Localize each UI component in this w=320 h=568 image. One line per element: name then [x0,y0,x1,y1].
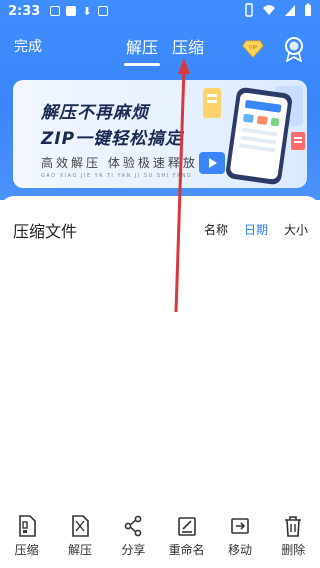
extract-button[interactable]: 解压 [53,515,106,568]
medal-icon[interactable] [284,36,304,62]
status-time: 2:33 [8,3,41,19]
title-bar: 完成 解压 压缩 VIP [0,34,320,66]
promo-banner[interactable]: 解压不再麻烦 ZIP一键轻松搞定 高效解压 体验极速释放 GAO XIAO JI… [13,80,307,188]
status-right-icons [244,3,312,17]
compress-file-icon [18,515,36,537]
wifi-icon [263,5,275,15]
trash-icon [285,516,302,537]
phone-illustration-icon [199,86,305,185]
banner-subtitle: 高效解压 体验极速释放 [41,156,198,170]
status-bar: 2:33 ⬇ [0,0,320,22]
move-icon [231,518,249,534]
done-button[interactable]: 完成 [14,36,42,56]
rename-label: 重命名 [168,543,205,557]
banner-title-line1: 解压不再麻烦 [41,103,149,123]
compress-button[interactable]: 压缩 [0,515,53,568]
vip-diamond-icon[interactable]: VIP [242,40,264,58]
delete-label: 删除 [281,543,306,557]
sort-by-size[interactable]: 大小 [284,221,308,238]
sort-options: 名称 日期 大小 [204,221,308,238]
sort-by-date[interactable]: 日期 [244,221,268,238]
banner-title-line2: ZIP一键轻松搞定 [41,129,184,149]
share-icon [124,515,142,537]
tab-compress[interactable]: 压缩 [168,34,208,64]
vibrate-icon [245,3,253,17]
download-icon: ⬇ [82,4,92,18]
share-label: 分享 [121,543,146,557]
delete-button[interactable]: 删除 [267,515,320,568]
notification-icon [66,6,77,16]
svg-text:VIP: VIP [249,45,257,51]
extract-label: 解压 [67,543,92,557]
image-icon [50,6,61,16]
rename-icon [177,517,196,536]
banner-pinyin: GAO XIAO JIE YA TI YAN JI SU SHI FANG [41,173,193,179]
move-button[interactable]: 移动 [213,515,266,568]
sort-by-name[interactable]: 名称 [204,221,228,238]
tab-bar: 解压 压缩 [122,34,208,66]
rename-button[interactable]: 重命名 [160,515,213,568]
text-icon [97,6,108,16]
status-left-icons: ⬇ [50,4,108,18]
move-label: 移动 [227,543,252,557]
share-button[interactable]: 分享 [107,515,160,568]
tab-extract[interactable]: 解压 [122,34,162,66]
signal-icon [285,5,295,16]
compress-label: 压缩 [14,543,39,557]
section-title: 压缩文件 [13,222,78,241]
battery-icon [305,3,311,16]
content-panel [0,196,320,210]
bottom-toolbar: 压缩 解压 分享 重命名 移动 删除 [0,515,320,568]
extract-file-icon [72,515,89,537]
